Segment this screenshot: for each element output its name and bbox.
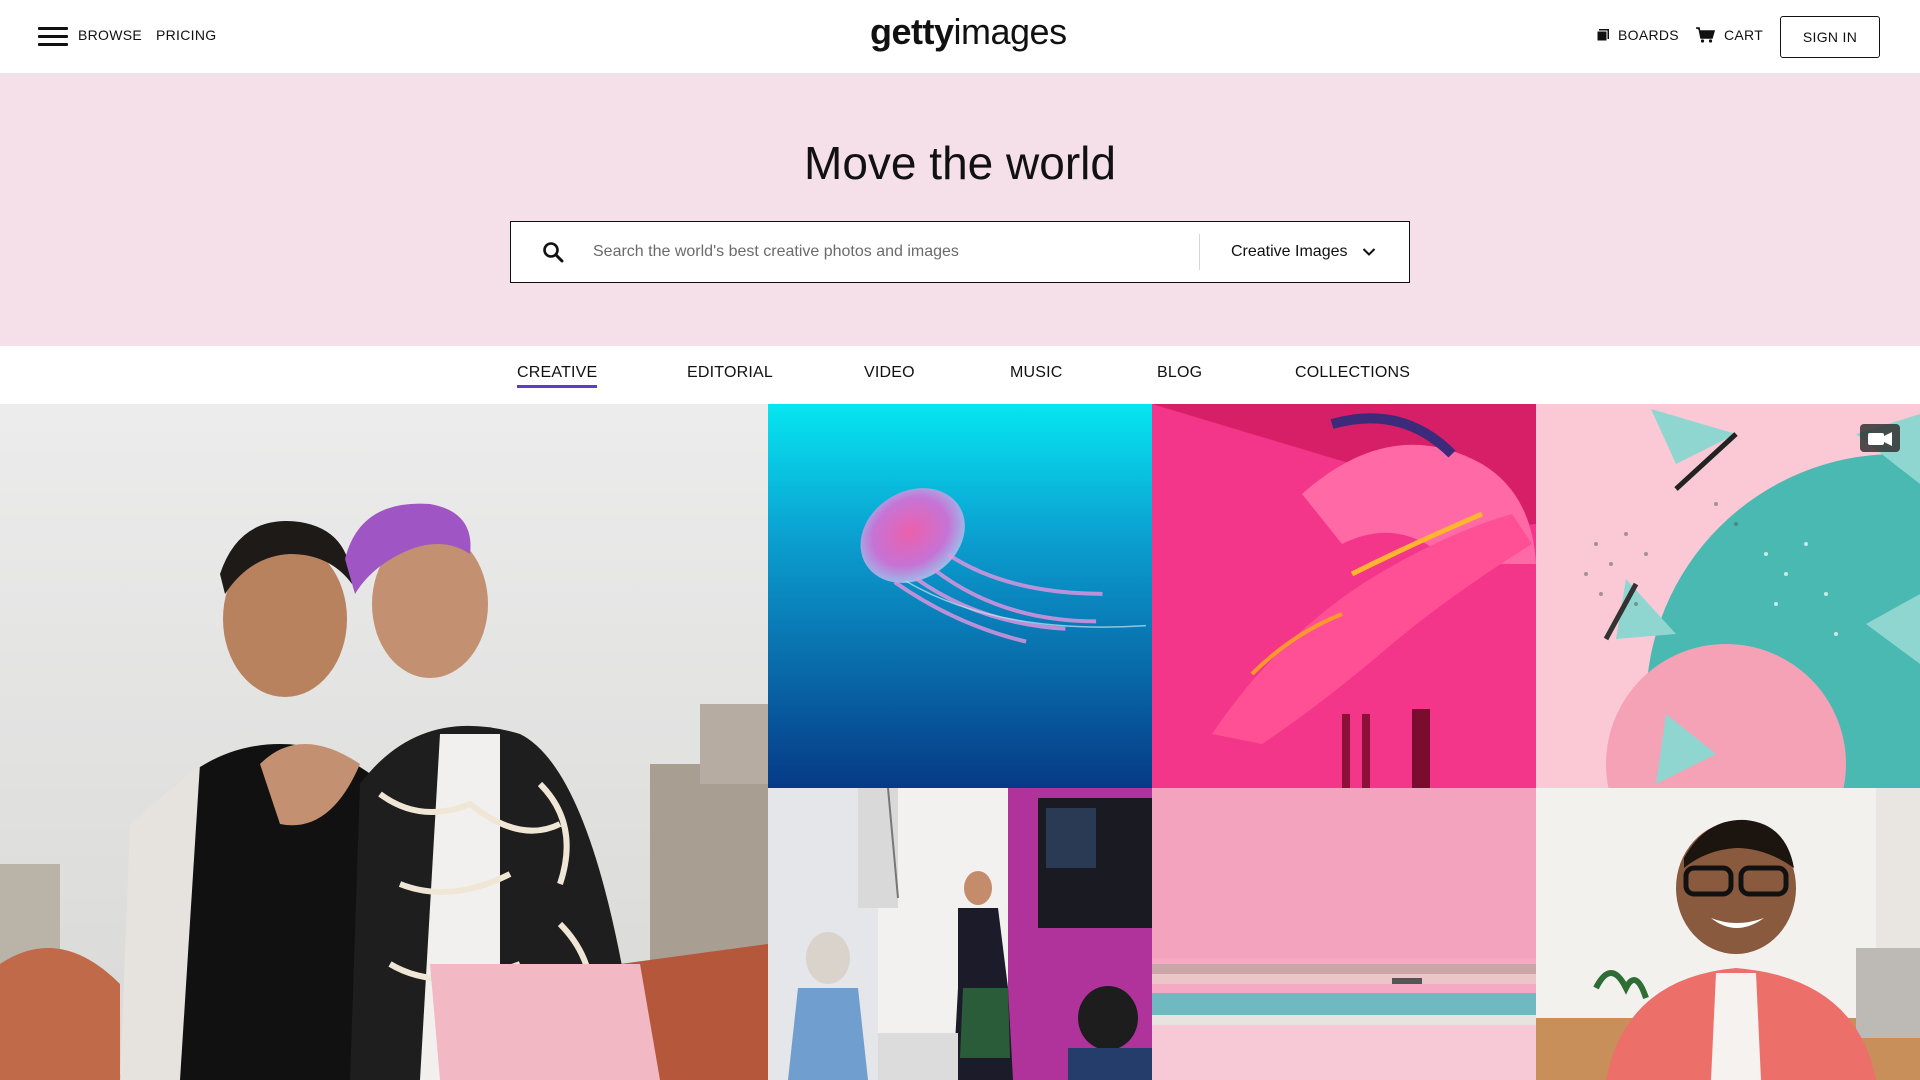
pink-lake-aerial-photo [1152,788,1536,1080]
image-tile-pink-lake[interactable] [1152,788,1536,1080]
sign-in-button[interactable]: SIGN IN [1780,16,1880,58]
cart-icon [1696,27,1716,43]
image-grid [0,404,1920,1080]
cart-label: CART [1724,27,1764,43]
search-divider [1199,234,1200,270]
search-input[interactable] [593,222,1183,281]
image-tile-jellyfish[interactable] [768,404,1152,788]
search-type-dropdown[interactable]: Creative Images [1231,222,1376,281]
memphis-shapes-illustration [1536,404,1920,788]
jellyfish-photo [768,404,1152,788]
boards-label: BOARDS [1618,27,1679,43]
menu-icon[interactable] [38,26,70,48]
couple-photo [0,404,768,1080]
search-icon[interactable] [541,240,565,264]
tab-editorial[interactable]: EDITORIAL [687,364,773,382]
pricing-link[interactable]: PRICING [156,27,216,43]
image-tile-couple[interactable] [0,404,768,1080]
dropdown-label: Creative Images [1231,242,1348,260]
browse-link[interactable]: BROWSE [78,27,142,43]
pink-abstract-photo [1152,404,1536,788]
image-tile-pink-abstract[interactable] [1152,404,1536,788]
top-navigation-bar: BROWSE PRICING gettyimages BOARDS CART S… [0,0,1920,74]
logo-bold-text: getty [870,11,954,52]
image-tile-smiling-man[interactable] [1536,788,1920,1080]
tab-video[interactable]: VIDEO [864,364,915,382]
content-tabs: CREATIVE EDITORIAL VIDEO MUSIC BLOG COLL… [0,346,1920,404]
tab-collections[interactable]: COLLECTIONS [1295,364,1410,382]
tab-creative[interactable]: CREATIVE [517,364,598,388]
tab-music[interactable]: MUSIC [1010,364,1063,382]
hero-banner: Move the world Creative Images [0,74,1920,346]
hero-title: Move the world [804,137,1116,189]
gettyimages-logo[interactable]: gettyimages [870,11,1067,53]
search-bar: Creative Images [510,221,1410,283]
boards-link[interactable]: BOARDS [1596,27,1679,43]
image-tile-office-meeting[interactable] [768,788,1152,1080]
boards-icon [1596,29,1609,42]
office-meeting-photo [768,788,1152,1080]
video-camera-icon [1860,424,1900,452]
cart-link[interactable]: CART [1696,27,1763,43]
logo-light-text: images [953,11,1068,52]
chevron-down-icon [1362,247,1375,256]
smiling-man-photo [1536,788,1920,1080]
image-tile-memphis-video[interactable] [1536,404,1920,788]
tab-blog[interactable]: BLOG [1157,364,1202,382]
